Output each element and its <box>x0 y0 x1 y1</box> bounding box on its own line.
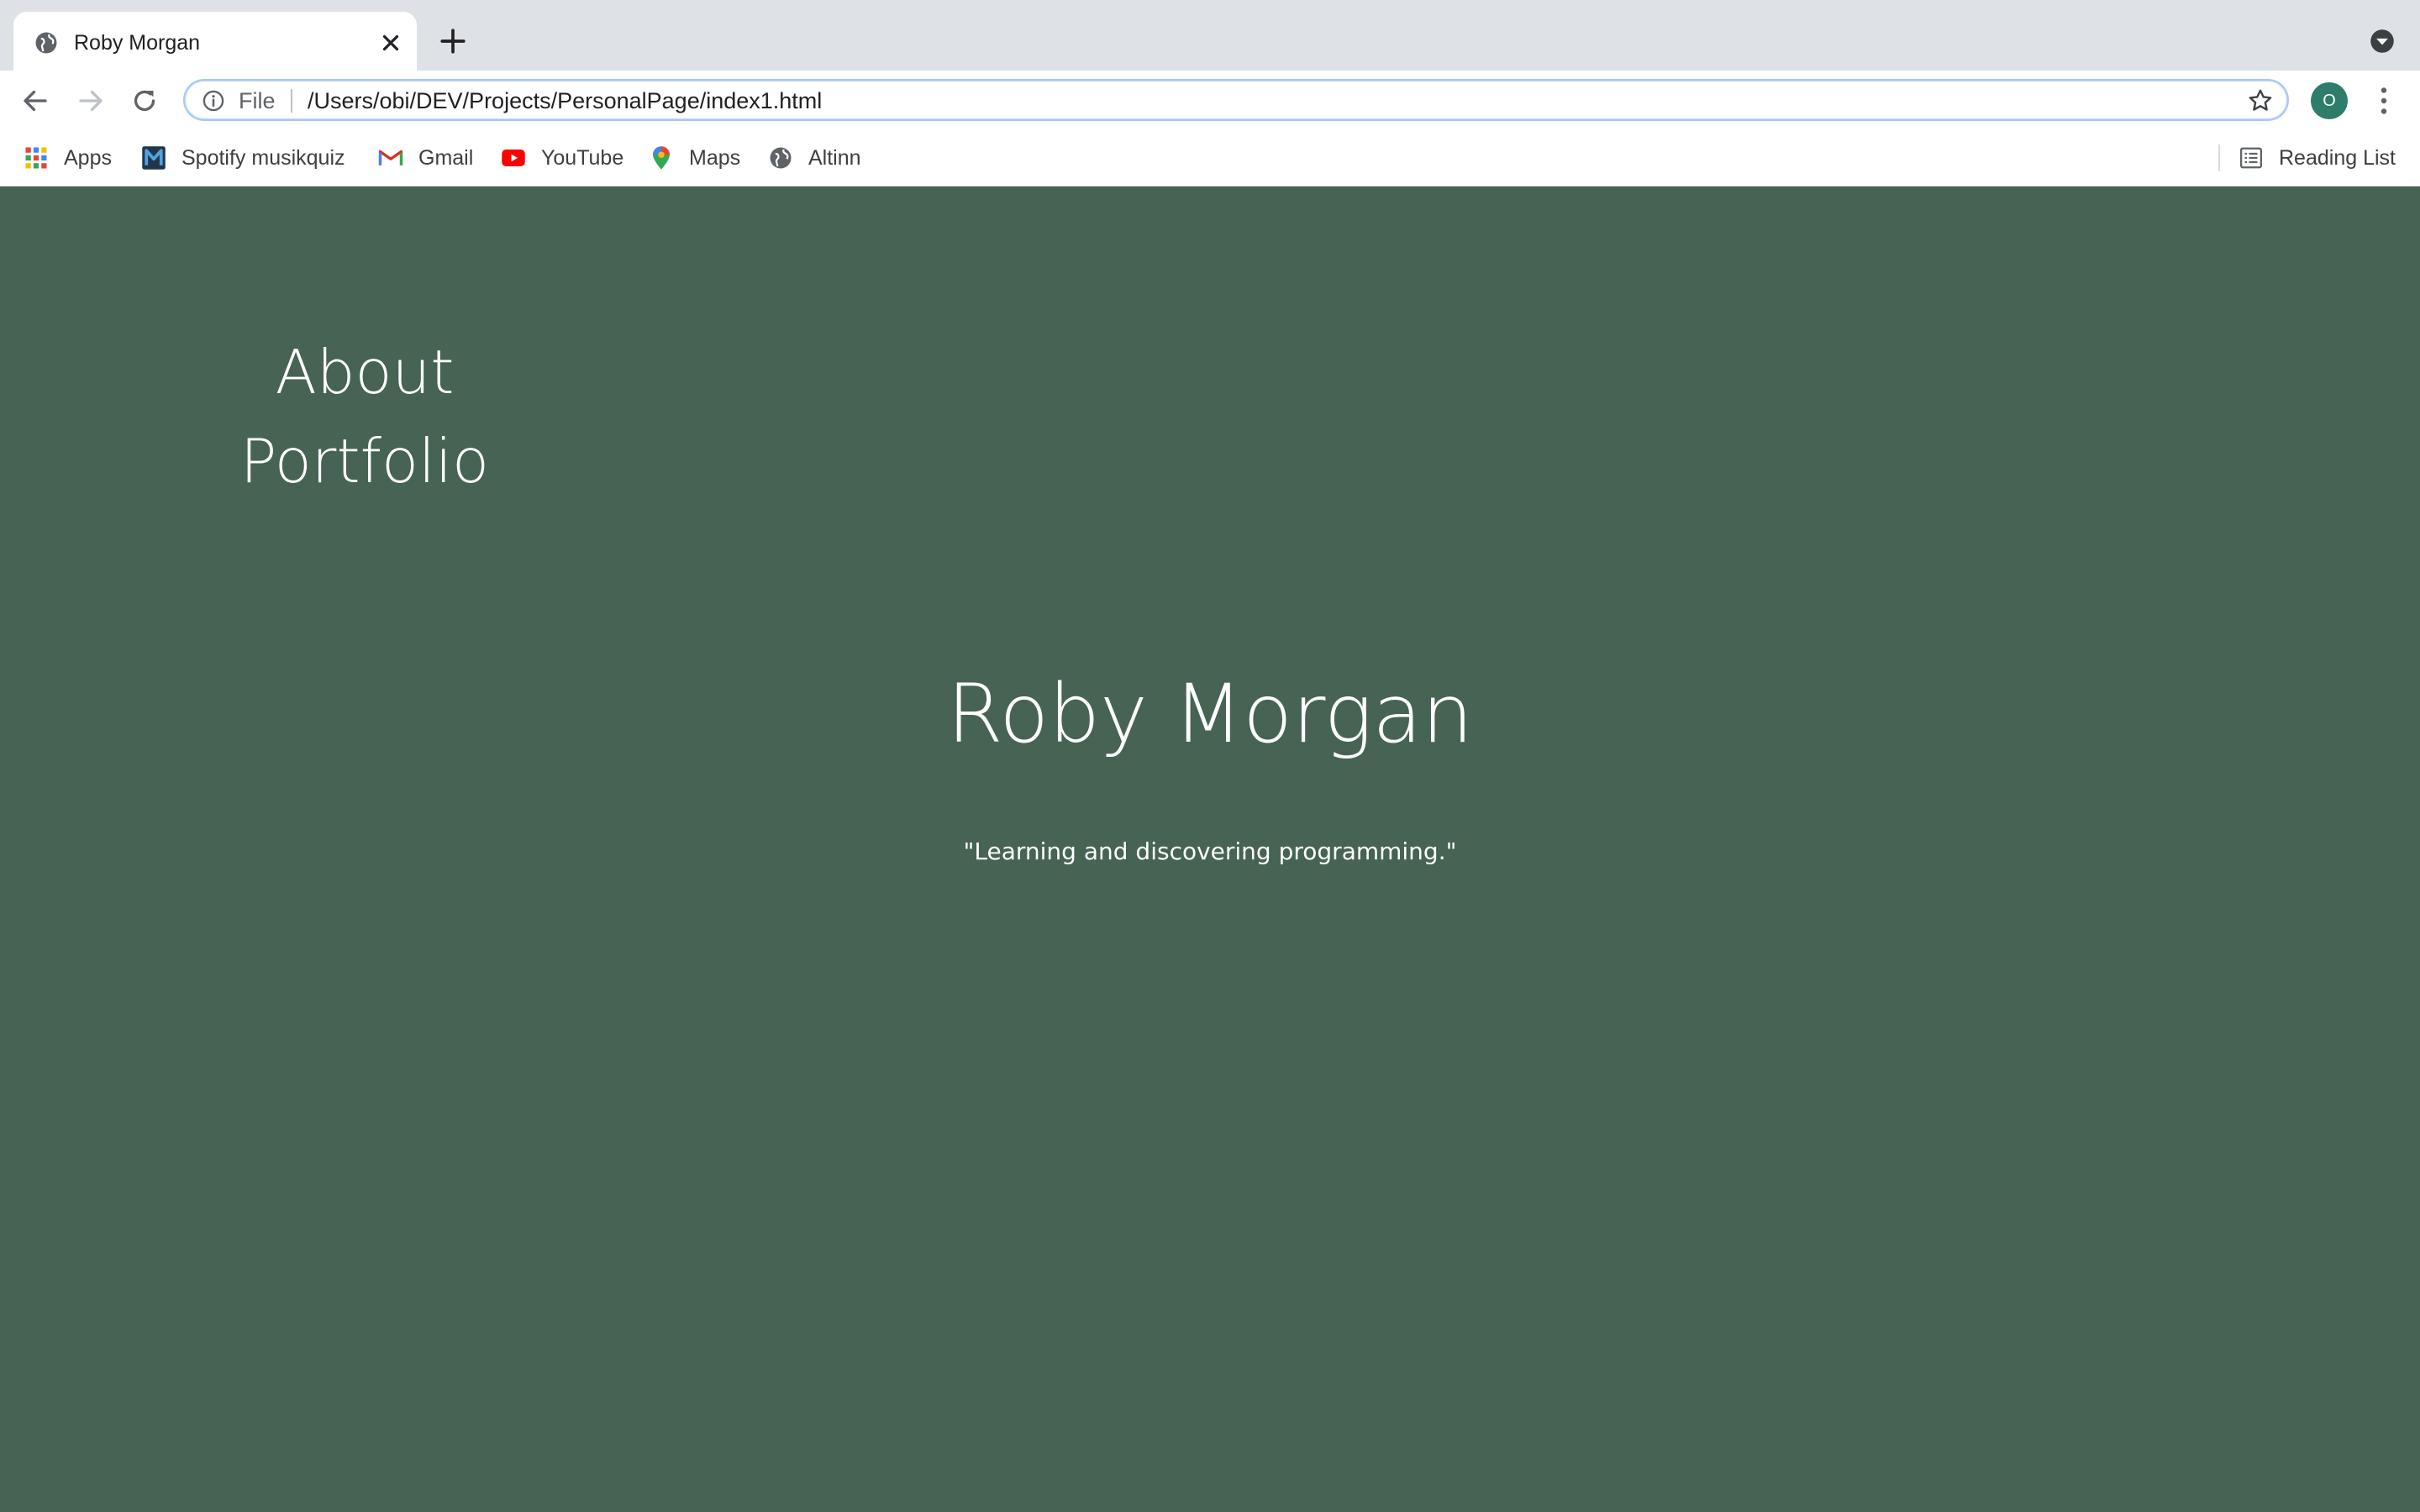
bookmark-label: Gmail <box>418 145 474 170</box>
bookmark-apps[interactable]: Apps <box>24 143 112 173</box>
bookmark-youtube[interactable]: YouTube <box>501 143 623 173</box>
reading-list-icon <box>2240 147 2262 169</box>
tab-title: Roby Morgan <box>74 31 201 55</box>
bookmarks-divider <box>2218 144 2220 171</box>
browser-tab-active[interactable]: Roby Morgan <box>13 12 417 71</box>
apps-grid-icon <box>25 147 47 169</box>
star-icon[interactable] <box>2247 87 2274 114</box>
bookmark-label: Apps <box>64 145 112 170</box>
page-content: About Portfolio Roby Morgan "Learning an… <box>0 186 2420 1512</box>
bookmark-label: Altinn <box>808 145 861 170</box>
arrow-right-icon[interactable] <box>76 86 106 116</box>
bookmark-label: YouTube <box>541 145 624 170</box>
url-text[interactable]: /Users/obi/DEV/Projects/PersonalPage/ind… <box>308 86 822 116</box>
bookmarks-bar: Apps Spotify musikquiz Gmail YouTube Map… <box>0 131 2420 186</box>
bookmark-spotify-musikquiz[interactable]: Spotify musikquiz <box>141 143 345 173</box>
bookmark-maps[interactable]: Maps <box>649 143 740 173</box>
maps-pin-icon <box>653 146 670 170</box>
bookmark-gmail[interactable]: Gmail <box>378 143 473 173</box>
globe-icon <box>35 32 57 54</box>
bookmark-label: Spotify musikquiz <box>182 145 345 170</box>
bookmark-altinn[interactable]: Altinn <box>768 143 861 173</box>
reading-list-label: Reading List <box>2279 145 2396 170</box>
address-bar[interactable]: File /Users/obi/DEV/Projects/PersonalPag… <box>183 79 2289 121</box>
info-icon[interactable] <box>202 89 225 113</box>
browser-toolbar: File /Users/obi/DEV/Projects/PersonalPag… <box>0 71 2420 131</box>
reload-icon[interactable] <box>129 86 160 116</box>
reading-list-button[interactable]: Reading List <box>2238 143 2396 173</box>
hero-name: Roby Morgan <box>946 667 1474 761</box>
bookmark-label: Maps <box>689 145 741 170</box>
kebab-menu-icon[interactable] <box>2371 84 2396 118</box>
plus-icon[interactable] <box>439 27 467 55</box>
arrow-left-icon[interactable] <box>20 86 50 116</box>
tab-strip: Roby Morgan <box>0 0 2420 71</box>
globe-icon <box>770 147 792 169</box>
m-logo-icon <box>142 146 166 170</box>
hero-tagline: "Learning and discovering programming." <box>963 837 1457 865</box>
nav-link-portfolio[interactable]: Portfolio <box>240 423 489 499</box>
scheme-chip: File <box>239 88 276 113</box>
nav-link-about[interactable]: About <box>276 334 455 410</box>
profile-avatar[interactable]: O <box>2311 82 2348 119</box>
close-icon[interactable] <box>378 30 403 55</box>
chevron-down-circle-icon[interactable] <box>2370 29 2395 54</box>
gmail-icon <box>378 150 403 165</box>
omnibox-divider <box>291 89 292 113</box>
youtube-icon <box>502 150 525 166</box>
